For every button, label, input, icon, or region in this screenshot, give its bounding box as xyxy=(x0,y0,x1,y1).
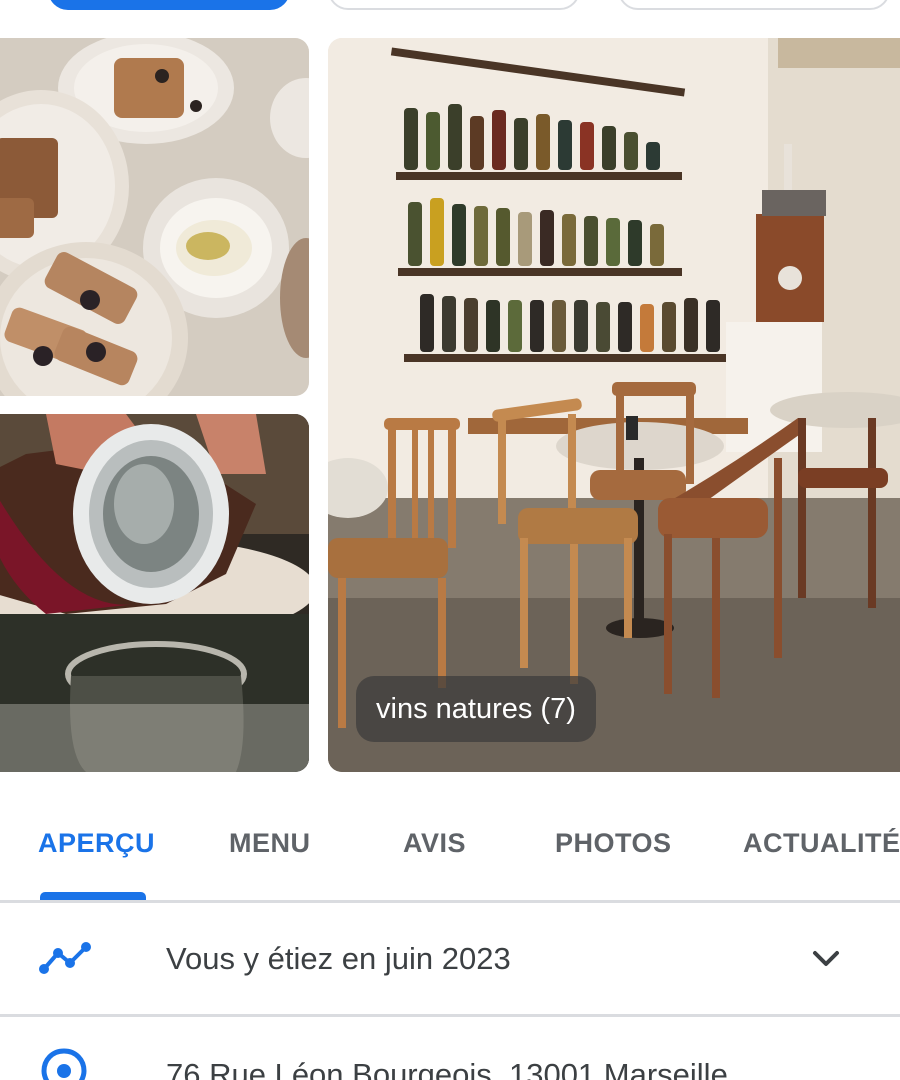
timeline-icon xyxy=(38,939,92,984)
photo-food[interactable] xyxy=(0,38,309,396)
address-row[interactable]: 76 Rue Léon Bourgeois, 13001 Marseille xyxy=(0,1017,900,1080)
tab-reviews[interactable]: AVIS xyxy=(403,828,466,859)
primary-action-chip[interactable] xyxy=(48,0,290,10)
chevron-down-icon[interactable] xyxy=(810,947,842,976)
address-text: 76 Rue Léon Bourgeois, 13001 Marseille xyxy=(166,1057,728,1080)
tab-photos[interactable]: PHOTOS xyxy=(555,828,672,859)
action-chip-2[interactable] xyxy=(328,0,580,10)
visit-history-text: Vous y étiez en juin 2023 xyxy=(166,941,511,976)
photo-bar-interior[interactable] xyxy=(328,38,900,772)
tab-updates[interactable]: ACTUALITÉ xyxy=(743,828,900,859)
place-tabs: APERÇU MENU AVIS PHOTOS ACTUALITÉ xyxy=(0,800,900,902)
photo-wine-pour[interactable] xyxy=(0,414,309,772)
visit-history-row[interactable]: Vous y étiez en juin 2023 xyxy=(0,903,900,1015)
photo-caption: vins natures (7) xyxy=(356,676,596,742)
location-pin-icon xyxy=(38,1047,90,1080)
tab-overview[interactable]: APERÇU xyxy=(38,828,155,859)
tab-menu[interactable]: MENU xyxy=(229,828,311,859)
action-chip-3[interactable] xyxy=(618,0,890,10)
